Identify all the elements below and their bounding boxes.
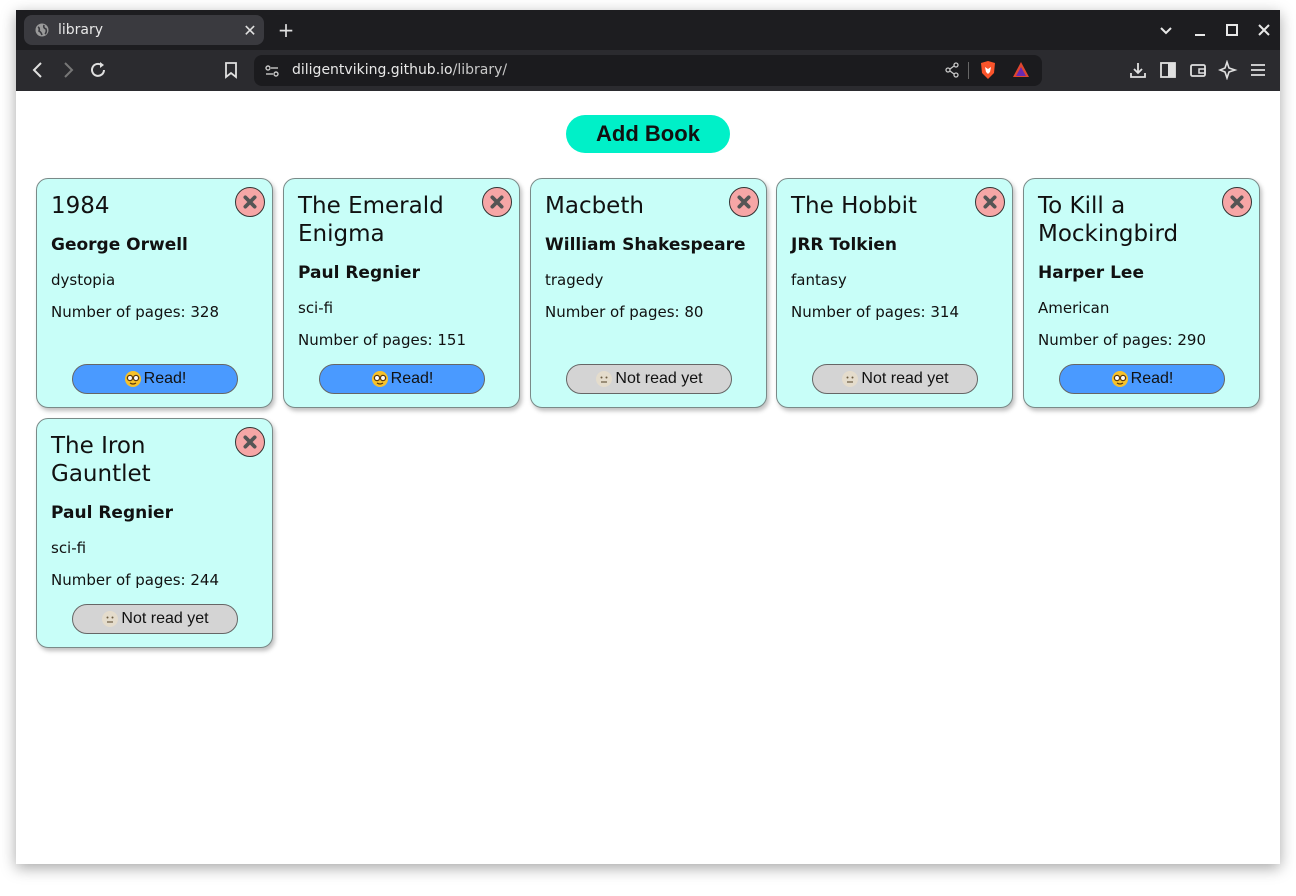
remove-book-icon[interactable] xyxy=(482,187,512,217)
read-status-label: Not read yet xyxy=(861,370,949,387)
neutral-face-icon xyxy=(102,611,119,627)
book-title: The Hobbit xyxy=(791,193,918,219)
browser-toolbar: diligentviking.github.io/library/ xyxy=(16,50,1280,91)
close-window-icon[interactable] xyxy=(1254,20,1274,40)
reload-icon[interactable] xyxy=(88,60,108,80)
url-text: diligentviking.github.io/library/ xyxy=(292,62,507,78)
forward-icon[interactable] xyxy=(58,60,78,80)
book-genre: tragedy xyxy=(545,271,604,289)
nerd-face-icon xyxy=(124,371,141,387)
back-icon[interactable] xyxy=(28,60,48,80)
book-card: To Kill a Mockingbird Harper Lee America… xyxy=(1023,178,1260,408)
book-card: The Emerald Enigma Paul Regnier sci-fi N… xyxy=(283,178,520,408)
read-status-button[interactable]: Read! xyxy=(319,364,485,394)
url-path: /library/ xyxy=(452,62,508,78)
browser-window: library ✕ + diligentviking.github.io/lib… xyxy=(16,10,1280,864)
read-status-label: Not read yet xyxy=(121,610,209,627)
remove-book-icon[interactable] xyxy=(975,187,1005,217)
tab-library[interactable]: library ✕ xyxy=(24,15,264,45)
brave-rewards-icon[interactable] xyxy=(1011,60,1031,80)
read-status-button[interactable]: Not read yet xyxy=(72,604,238,634)
book-title: Macbeth xyxy=(545,193,644,219)
leo-ai-icon[interactable] xyxy=(1218,60,1238,80)
minimize-icon[interactable] xyxy=(1190,20,1210,40)
book-card: The Hobbit JRR Tolkien fantasy Number of… xyxy=(776,178,1013,408)
book-title: The Emerald Enigma xyxy=(298,193,444,247)
neutral-face-icon xyxy=(596,371,613,387)
url-divider xyxy=(968,62,969,79)
book-title: To Kill a Mockingbird xyxy=(1038,193,1179,247)
read-status-button[interactable]: Not read yet xyxy=(812,364,978,394)
share-icon[interactable] xyxy=(944,62,960,78)
remove-book-icon[interactable] xyxy=(235,187,265,217)
remove-book-icon[interactable] xyxy=(1222,187,1252,217)
book-pages: Number of pages: 151 xyxy=(298,331,466,349)
book-pages: Number of pages: 328 xyxy=(51,303,219,321)
nerd-face-icon xyxy=(1111,371,1128,387)
book-author: Harper Lee xyxy=(1038,263,1144,283)
book-genre: dystopia xyxy=(51,271,116,289)
book-pages: Number of pages: 314 xyxy=(791,303,959,321)
book-pages: Number of pages: 244 xyxy=(51,571,219,589)
read-status-button[interactable]: Not read yet xyxy=(566,364,732,394)
book-title: 1984 xyxy=(51,193,110,219)
book-card: Macbeth William Shakespeare tragedy Numb… xyxy=(530,178,767,408)
globe-icon xyxy=(35,23,49,37)
book-genre: fantasy xyxy=(791,271,847,289)
book-card: 1984 George Orwell dystopia Number of pa… xyxy=(36,178,273,408)
book-pages: Number of pages: 80 xyxy=(545,303,704,321)
add-book-button[interactable]: Add Book xyxy=(566,115,730,153)
new-tab-icon[interactable]: + xyxy=(274,18,298,42)
menu-icon[interactable] xyxy=(1248,60,1268,80)
read-status-button[interactable]: Read! xyxy=(1059,364,1225,394)
remove-book-icon[interactable] xyxy=(235,427,265,457)
read-status-button[interactable]: Read! xyxy=(72,364,238,394)
nerd-face-icon xyxy=(371,371,388,387)
book-genre: sci-fi xyxy=(298,299,334,317)
neutral-face-icon xyxy=(842,371,859,387)
tab-strip: library ✕ + xyxy=(16,10,1280,50)
book-author: George Orwell xyxy=(51,235,188,255)
site-settings-icon[interactable] xyxy=(264,63,280,79)
library-page: Add Book 1984 George Orwell dystopia Num… xyxy=(16,91,1280,864)
read-status-label: Read! xyxy=(143,370,187,387)
book-card: The Iron Gauntlet Paul Regnier sci-fi Nu… xyxy=(36,418,273,648)
book-author: JRR Tolkien xyxy=(791,235,898,255)
book-title: The Iron Gauntlet xyxy=(51,433,151,487)
book-author: Paul Regnier xyxy=(298,263,420,283)
address-bar[interactable]: diligentviking.github.io/library/ xyxy=(254,55,1042,86)
book-genre: American xyxy=(1038,299,1110,317)
book-author: William Shakespeare xyxy=(545,235,746,255)
bookmark-icon[interactable] xyxy=(221,60,241,80)
book-genre: sci-fi xyxy=(51,539,87,557)
wallet-icon[interactable] xyxy=(1188,60,1208,80)
download-icon[interactable] xyxy=(1128,60,1148,80)
tab-title: library xyxy=(58,22,104,38)
close-tab-icon[interactable]: ✕ xyxy=(236,21,264,40)
read-status-label: Read! xyxy=(390,370,434,387)
brave-shields-icon[interactable] xyxy=(978,60,998,80)
remove-book-icon[interactable] xyxy=(729,187,759,217)
url-host: diligentviking.github.io xyxy=(292,62,453,78)
maximize-icon[interactable] xyxy=(1222,20,1242,40)
book-pages: Number of pages: 290 xyxy=(1038,331,1206,349)
chevron-down-icon[interactable] xyxy=(1156,20,1176,40)
read-status-label: Read! xyxy=(1130,370,1174,387)
book-author: Paul Regnier xyxy=(51,503,173,523)
read-status-label: Not read yet xyxy=(615,370,703,387)
sidebar-icon[interactable] xyxy=(1158,60,1178,80)
